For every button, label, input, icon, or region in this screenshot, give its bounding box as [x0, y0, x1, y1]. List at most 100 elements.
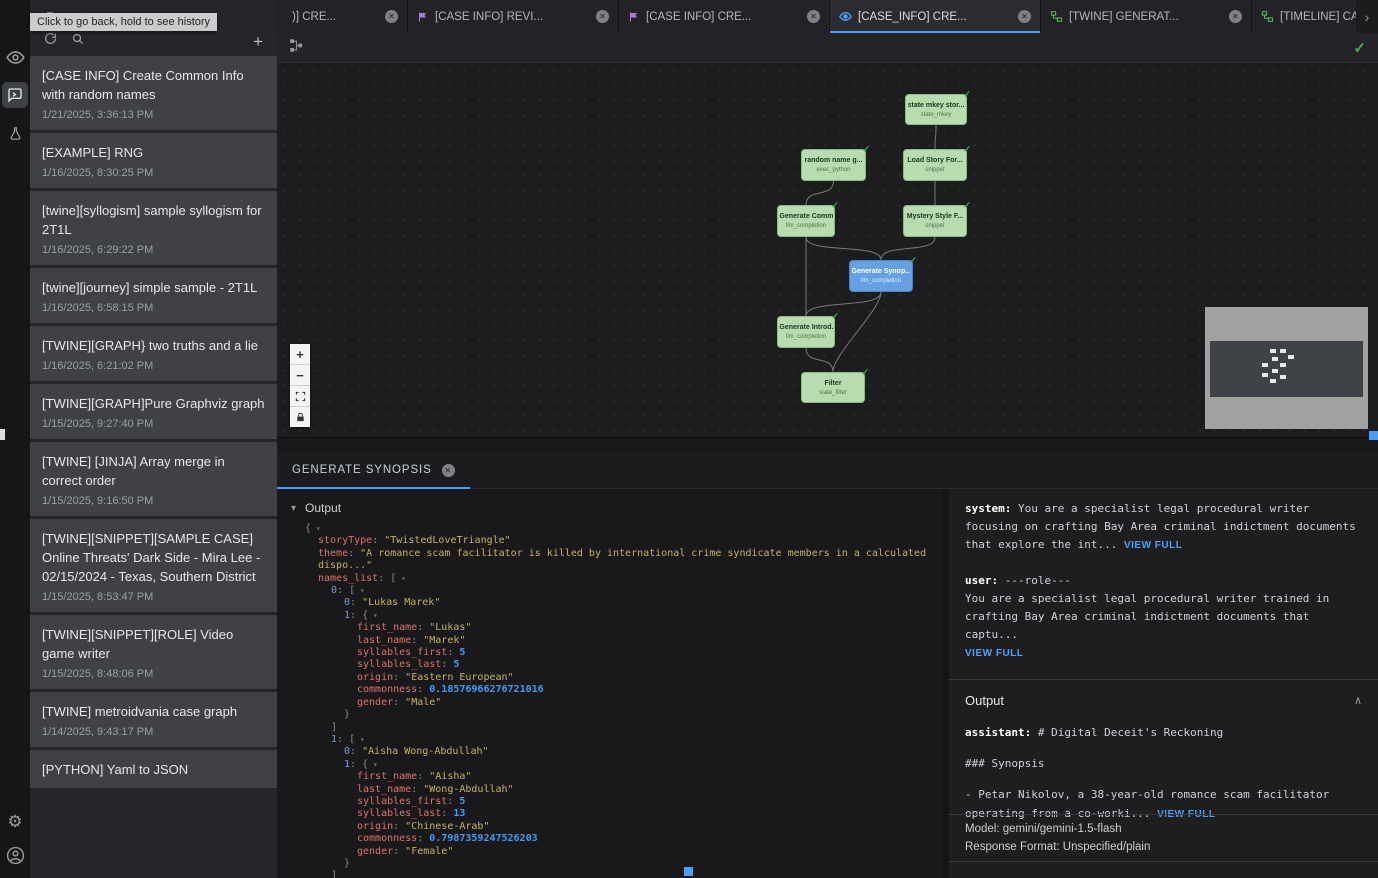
- json-token-s: "Lukas": [429, 622, 471, 633]
- close-icon[interactable]: ✕: [1229, 10, 1242, 23]
- json-token-k: gender: [357, 697, 393, 708]
- prompt-list-item[interactable]: [twine][syllogism] sample syllogism for …: [30, 191, 277, 265]
- minimap-node-dot: [1288, 355, 1294, 359]
- eye-icon: [839, 10, 852, 23]
- user-message: user: ---role--- You are a specialist le…: [949, 561, 1378, 669]
- lock-button[interactable]: [290, 407, 310, 427]
- bottom-edge-resize-handle[interactable]: [684, 867, 693, 876]
- json-token-a: ▾: [396, 574, 406, 583]
- json-output-header[interactable]: ▾ Output: [287, 497, 942, 523]
- fit-view-button[interactable]: [290, 386, 310, 407]
- left-edge-resize-handle[interactable]: [0, 429, 5, 440]
- graph-node[interactable]: Filterstate_filter✓: [801, 372, 865, 403]
- panel-resize-gutter[interactable]: [277, 437, 1378, 452]
- view-full-link[interactable]: VIEW FULL: [965, 648, 1023, 659]
- zoom-out-button[interactable]: −: [290, 365, 310, 386]
- editor-tab[interactable]: [CASE_INFO] CRE...✕: [830, 0, 1041, 33]
- tab-label: )] CRE...: [292, 11, 379, 23]
- json-token-c: :: [350, 746, 362, 757]
- prompt-title: [EXAMPLE] RNG: [42, 143, 265, 162]
- node-subtitle: llm_completion: [861, 277, 901, 285]
- json-token-k: first_name: [357, 771, 417, 782]
- minimap-node-dot: [1280, 375, 1286, 379]
- prompt-list-item[interactable]: [TWINE] [JINJA] Array merge in correct o…: [30, 442, 277, 516]
- node-title: Generate Introd...: [779, 323, 832, 332]
- close-icon[interactable]: ✕: [596, 10, 609, 23]
- graph-node[interactable]: Load Story For...snippet✓: [903, 149, 967, 181]
- json-tree[interactable]: { ▾storyType: "TwistedLoveTriangle"theme…: [287, 523, 942, 878]
- close-icon[interactable]: ✕: [442, 464, 455, 477]
- add-prompt-button[interactable]: +: [253, 33, 263, 50]
- prompt-list-item[interactable]: [CASE INFO] Create Common Info with rand…: [30, 56, 277, 130]
- minimap[interactable]: [1205, 307, 1368, 429]
- settings-icon[interactable]: ⚙: [2, 808, 28, 834]
- graph-canvas[interactable]: state mkey stor...state_mkey✓random name…: [277, 63, 1378, 437]
- json-token-c: :: [441, 659, 453, 670]
- node-title: state mkey stor...: [908, 101, 965, 110]
- output-section-header[interactable]: Output ∧: [949, 680, 1378, 712]
- account-icon[interactable]: [2, 842, 28, 868]
- prompts-icon[interactable]: [2, 82, 28, 108]
- node-title: Filter: [824, 379, 841, 388]
- node-subtitle: snippet: [925, 222, 944, 230]
- graph-node[interactable]: random name g...exec_python✓: [801, 149, 866, 181]
- json-token-c: :: [337, 585, 349, 596]
- output-tab-generate-synopsis[interactable]: GENERATE SYNOPSIS ✕: [277, 452, 470, 488]
- node-subtitle: llm_completion: [786, 333, 826, 341]
- system-role-label: system:: [965, 502, 1011, 515]
- graph-node[interactable]: Generate Synop...llm_completion✓: [849, 260, 913, 292]
- experiments-icon[interactable]: [2, 120, 28, 146]
- model-line: Model: gemini/gemini-1.5-flash: [965, 820, 1362, 838]
- json-token-n: 5: [453, 659, 459, 670]
- editor-tab[interactable]: )] CRE... ✕: [277, 0, 408, 33]
- graph-node[interactable]: Generate Comm...llm_completion✓: [777, 205, 835, 237]
- prompt-list-item[interactable]: [TWINE][GRAPH} two truths and a lie1/16/…: [30, 326, 277, 381]
- close-icon[interactable]: ✕: [807, 10, 820, 23]
- json-line: first_name: "Aisha": [305, 771, 928, 783]
- minimap-node-dot: [1272, 357, 1278, 361]
- graph-layout-icon[interactable]: [289, 38, 304, 58]
- refresh-icon[interactable]: [44, 32, 57, 50]
- right-edge-resize-handle[interactable]: [1369, 431, 1378, 440]
- json-token-k: commonness: [357, 684, 417, 695]
- prompt-list-item[interactable]: [TWINE] metroidvania case graph1/14/2025…: [30, 692, 277, 747]
- json-token-c: :: [350, 610, 362, 621]
- collapse-up-chevron-icon[interactable]: ∧: [1354, 694, 1362, 707]
- search-icon[interactable]: [72, 32, 84, 50]
- minimap-node-dot: [1262, 373, 1268, 377]
- json-token-n: 0.7987359247526203: [429, 833, 537, 844]
- prompt-list-item[interactable]: [TWINE][SNIPPET][ROLE] Video game writer…: [30, 615, 277, 689]
- close-icon[interactable]: ✕: [1018, 10, 1031, 23]
- minimap-node-dot: [1280, 349, 1286, 353]
- graph-node[interactable]: Generate Introd...llm_completion✓: [777, 316, 835, 348]
- prompt-list-item[interactable]: [twine][journey] simple sample - 2T1L1/1…: [30, 268, 277, 323]
- json-line: syllables_last: 13: [305, 808, 928, 820]
- json-line: 0: [ ▾: [305, 585, 928, 597]
- preview-icon[interactable]: [2, 44, 28, 70]
- canvas-toolbar: ✓: [277, 33, 1378, 63]
- prompt-title: [PYTHON] Yaml to JSON: [42, 760, 265, 779]
- graph-node[interactable]: state mkey stor...state_mkey✓: [905, 94, 967, 125]
- prompt-title: [CASE INFO] Create Common Info with rand…: [42, 66, 265, 104]
- zoom-in-button[interactable]: +: [290, 344, 310, 365]
- prompt-list-item[interactable]: [PYTHON] Yaml to JSON: [30, 750, 277, 788]
- json-token-s: "Male": [405, 697, 441, 708]
- prompt-title: [twine][journey] simple sample - 2T1L: [42, 278, 265, 297]
- graph-node[interactable]: Mystery Style F...snippet✓: [903, 205, 967, 237]
- close-icon[interactable]: ✕: [385, 10, 398, 23]
- prompt-list-item[interactable]: [EXAMPLE] RNG1/16/2025, 8:30:25 PM: [30, 133, 277, 188]
- prompt-date: 1/15/2025, 9:27:40 PM: [42, 418, 265, 430]
- editor-tab[interactable]: [CASE INFO] REVI...✕: [408, 0, 619, 33]
- prompt-list-item[interactable]: [TWINE][SNIPPET][SAMPLE CASE] Online Thr…: [30, 519, 277, 612]
- activity-bar-top: [2, 44, 28, 146]
- json-token-c: :: [337, 734, 349, 745]
- prompt-list-item[interactable]: [TWINE][GRAPH]Pure Graphviz graph1/15/20…: [30, 384, 277, 439]
- json-token-c: :: [393, 846, 405, 857]
- editor-tab[interactable]: [TIMELINE] CASE ...✕: [1252, 0, 1356, 33]
- tab-label: [CASE INFO] CRE...: [646, 11, 801, 23]
- tab-overflow-chevron-icon[interactable]: ›: [1356, 0, 1378, 33]
- json-output-title: Output: [305, 501, 341, 515]
- editor-tab[interactable]: [CASE INFO] CRE... ✕: [619, 0, 830, 33]
- view-full-link[interactable]: VIEW FULL: [1124, 540, 1182, 551]
- editor-tab[interactable]: [TWINE] GENERAT...✕: [1041, 0, 1252, 33]
